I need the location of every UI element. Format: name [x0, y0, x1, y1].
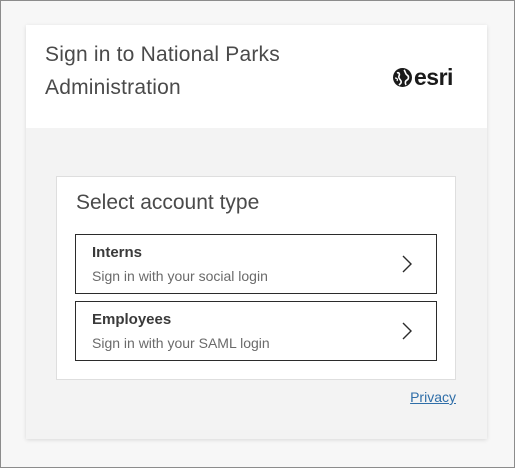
esri-logo: esri [392, 65, 453, 89]
sign-in-card: Sign in to National Parks Administration… [26, 25, 487, 439]
employees-option-button[interactable]: Employees Sign in with your SAML login [75, 301, 437, 361]
window-frame: Sign in to National Parks Administration… [0, 0, 515, 468]
logo-text: esri [414, 64, 453, 90]
privacy-link[interactable]: Privacy [410, 389, 456, 405]
option-subtitle: Sign in with your SAML login [92, 335, 270, 351]
chevron-right-icon [402, 255, 412, 273]
chevron-right-icon [402, 322, 412, 340]
card-header: Sign in to National Parks Administration… [26, 25, 487, 128]
panel-title: Select account type [76, 191, 260, 214]
option-title: Interns [92, 244, 143, 261]
interns-option-button[interactable]: Interns Sign in with your social login [75, 234, 437, 294]
globe-icon [392, 67, 413, 88]
option-title: Employees [92, 311, 172, 328]
page-title: Sign in to National Parks Administration [45, 43, 280, 99]
account-type-panel: Select account type Interns Sign in with… [56, 176, 456, 380]
option-subtitle: Sign in with your social login [92, 268, 268, 284]
